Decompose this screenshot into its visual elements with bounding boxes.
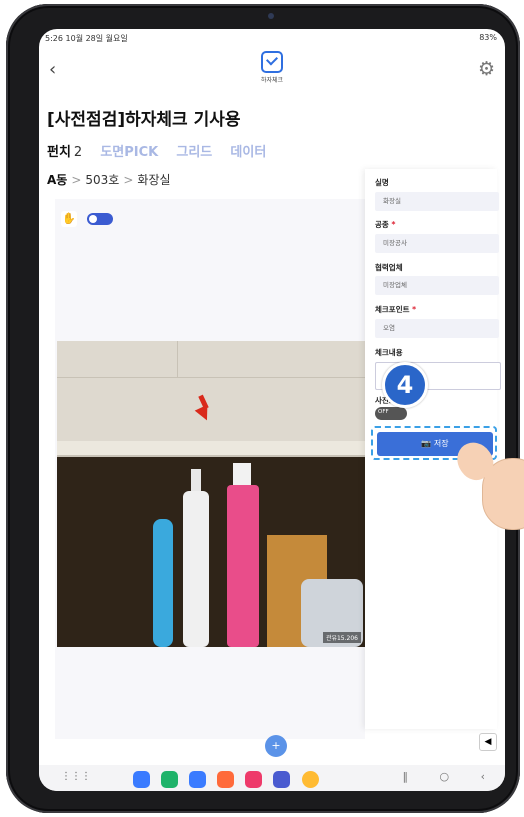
- photo-ledge: [57, 441, 365, 457]
- recents-icon[interactable]: ‖: [402, 770, 408, 783]
- step-number-badge: 4: [382, 362, 428, 408]
- status-time: 5:26 10월 28일 월요일: [45, 34, 128, 43]
- app-logo-text: 하자체크: [260, 77, 284, 84]
- defect-photo: 관유15.206: [57, 341, 365, 647]
- apps-grid-icon[interactable]: ⋮⋮⋮: [61, 771, 91, 782]
- pan-toggle[interactable]: [86, 213, 113, 225]
- tab-data[interactable]: 데이터: [230, 141, 266, 160]
- front-camera: [268, 13, 274, 19]
- chevron-right-icon: >: [71, 173, 82, 187]
- dock-app-icon[interactable]: [217, 771, 235, 788]
- chevron-right-icon: >: [123, 173, 134, 187]
- dock-app-icon[interactable]: [133, 771, 150, 788]
- battery-level: 83%: [479, 33, 497, 42]
- breadcrumb-room[interactable]: 화장실: [137, 173, 170, 187]
- photo-canvas[interactable]: ✋ 관유15.206: [55, 199, 365, 739]
- dock-app-icon[interactable]: [189, 771, 207, 788]
- room-field[interactable]: 화장실: [375, 192, 499, 211]
- photo-toolbar: ✋: [61, 211, 113, 227]
- trade-field[interactable]: 미장공사: [375, 234, 499, 253]
- tab-bar: 펀치 2 도면PICK 그리드 데이터: [47, 141, 280, 160]
- gear-icon[interactable]: ⚙: [478, 58, 495, 80]
- app-dock: [133, 769, 325, 788]
- tab-drawing-pick[interactable]: 도면PICK: [100, 141, 158, 160]
- add-punch-button[interactable]: +: [265, 735, 287, 757]
- app-logo: 하자체크: [259, 51, 285, 91]
- trade-label: 공종 *: [375, 220, 396, 229]
- tab-punch-count: 2: [73, 145, 83, 160]
- camera-icon: 📷: [421, 439, 432, 448]
- tab-punch[interactable]: 펀치 2: [47, 141, 82, 160]
- status-bar: 5:26 10월 28일 월요일 83%: [39, 29, 505, 47]
- content-label: 체크내용: [375, 348, 403, 357]
- photo-timestamp: 관유15.206: [322, 632, 361, 643]
- dock-app-icon[interactable]: [161, 771, 179, 788]
- photo-board-toggle[interactable]: OFF: [375, 407, 407, 420]
- pointing-hand-icon: [450, 420, 524, 530]
- dock-app-icon[interactable]: [301, 771, 319, 788]
- contractor-label: 협력업체: [375, 263, 403, 272]
- screen: 5:26 10월 28일 월요일 83% ‹ 하자체크 ⚙ [사전점검]하자체크…: [39, 29, 505, 791]
- dock-app-icon[interactable]: [245, 771, 263, 788]
- checkpoint-label: 체크포인트 *: [375, 305, 417, 314]
- save-button-label: 저장: [433, 439, 449, 448]
- photo-wall: [57, 341, 365, 441]
- breadcrumb-unit[interactable]: 503호: [85, 173, 119, 187]
- tab-grid[interactable]: 그리드: [176, 141, 212, 160]
- back-nav-icon[interactable]: ‹: [481, 770, 485, 783]
- breadcrumb-building[interactable]: A동: [47, 173, 67, 187]
- home-icon[interactable]: ○: [439, 770, 449, 783]
- back-arrow-icon[interactable]: ‹: [49, 59, 56, 80]
- checkmark-icon: [261, 51, 283, 73]
- nav-buttons: ‖ ○ ‹: [374, 770, 485, 783]
- hand-tool-icon[interactable]: ✋: [61, 211, 77, 227]
- contractor-field[interactable]: 미장업체: [375, 276, 499, 295]
- page-title: [사전점검]하자체크 기사용: [47, 110, 241, 130]
- breadcrumb: A동 >503호 > 화장실: [47, 171, 171, 188]
- checkpoint-field[interactable]: 오염: [375, 319, 499, 338]
- system-nav-bar: ⋮⋮⋮ ‖ ○ ‹: [39, 765, 505, 791]
- dock-app-icon[interactable]: [273, 771, 291, 788]
- room-label: 실명: [375, 178, 389, 187]
- collapse-panel-button[interactable]: ◀: [479, 733, 497, 751]
- app-bar: ‹ 하자체크 ⚙: [39, 47, 505, 93]
- tab-punch-label: 펀치: [47, 145, 71, 160]
- tablet-frame: 5:26 10월 28일 월요일 83% ‹ 하자체크 ⚙ [사전점검]하자체크…: [6, 4, 520, 813]
